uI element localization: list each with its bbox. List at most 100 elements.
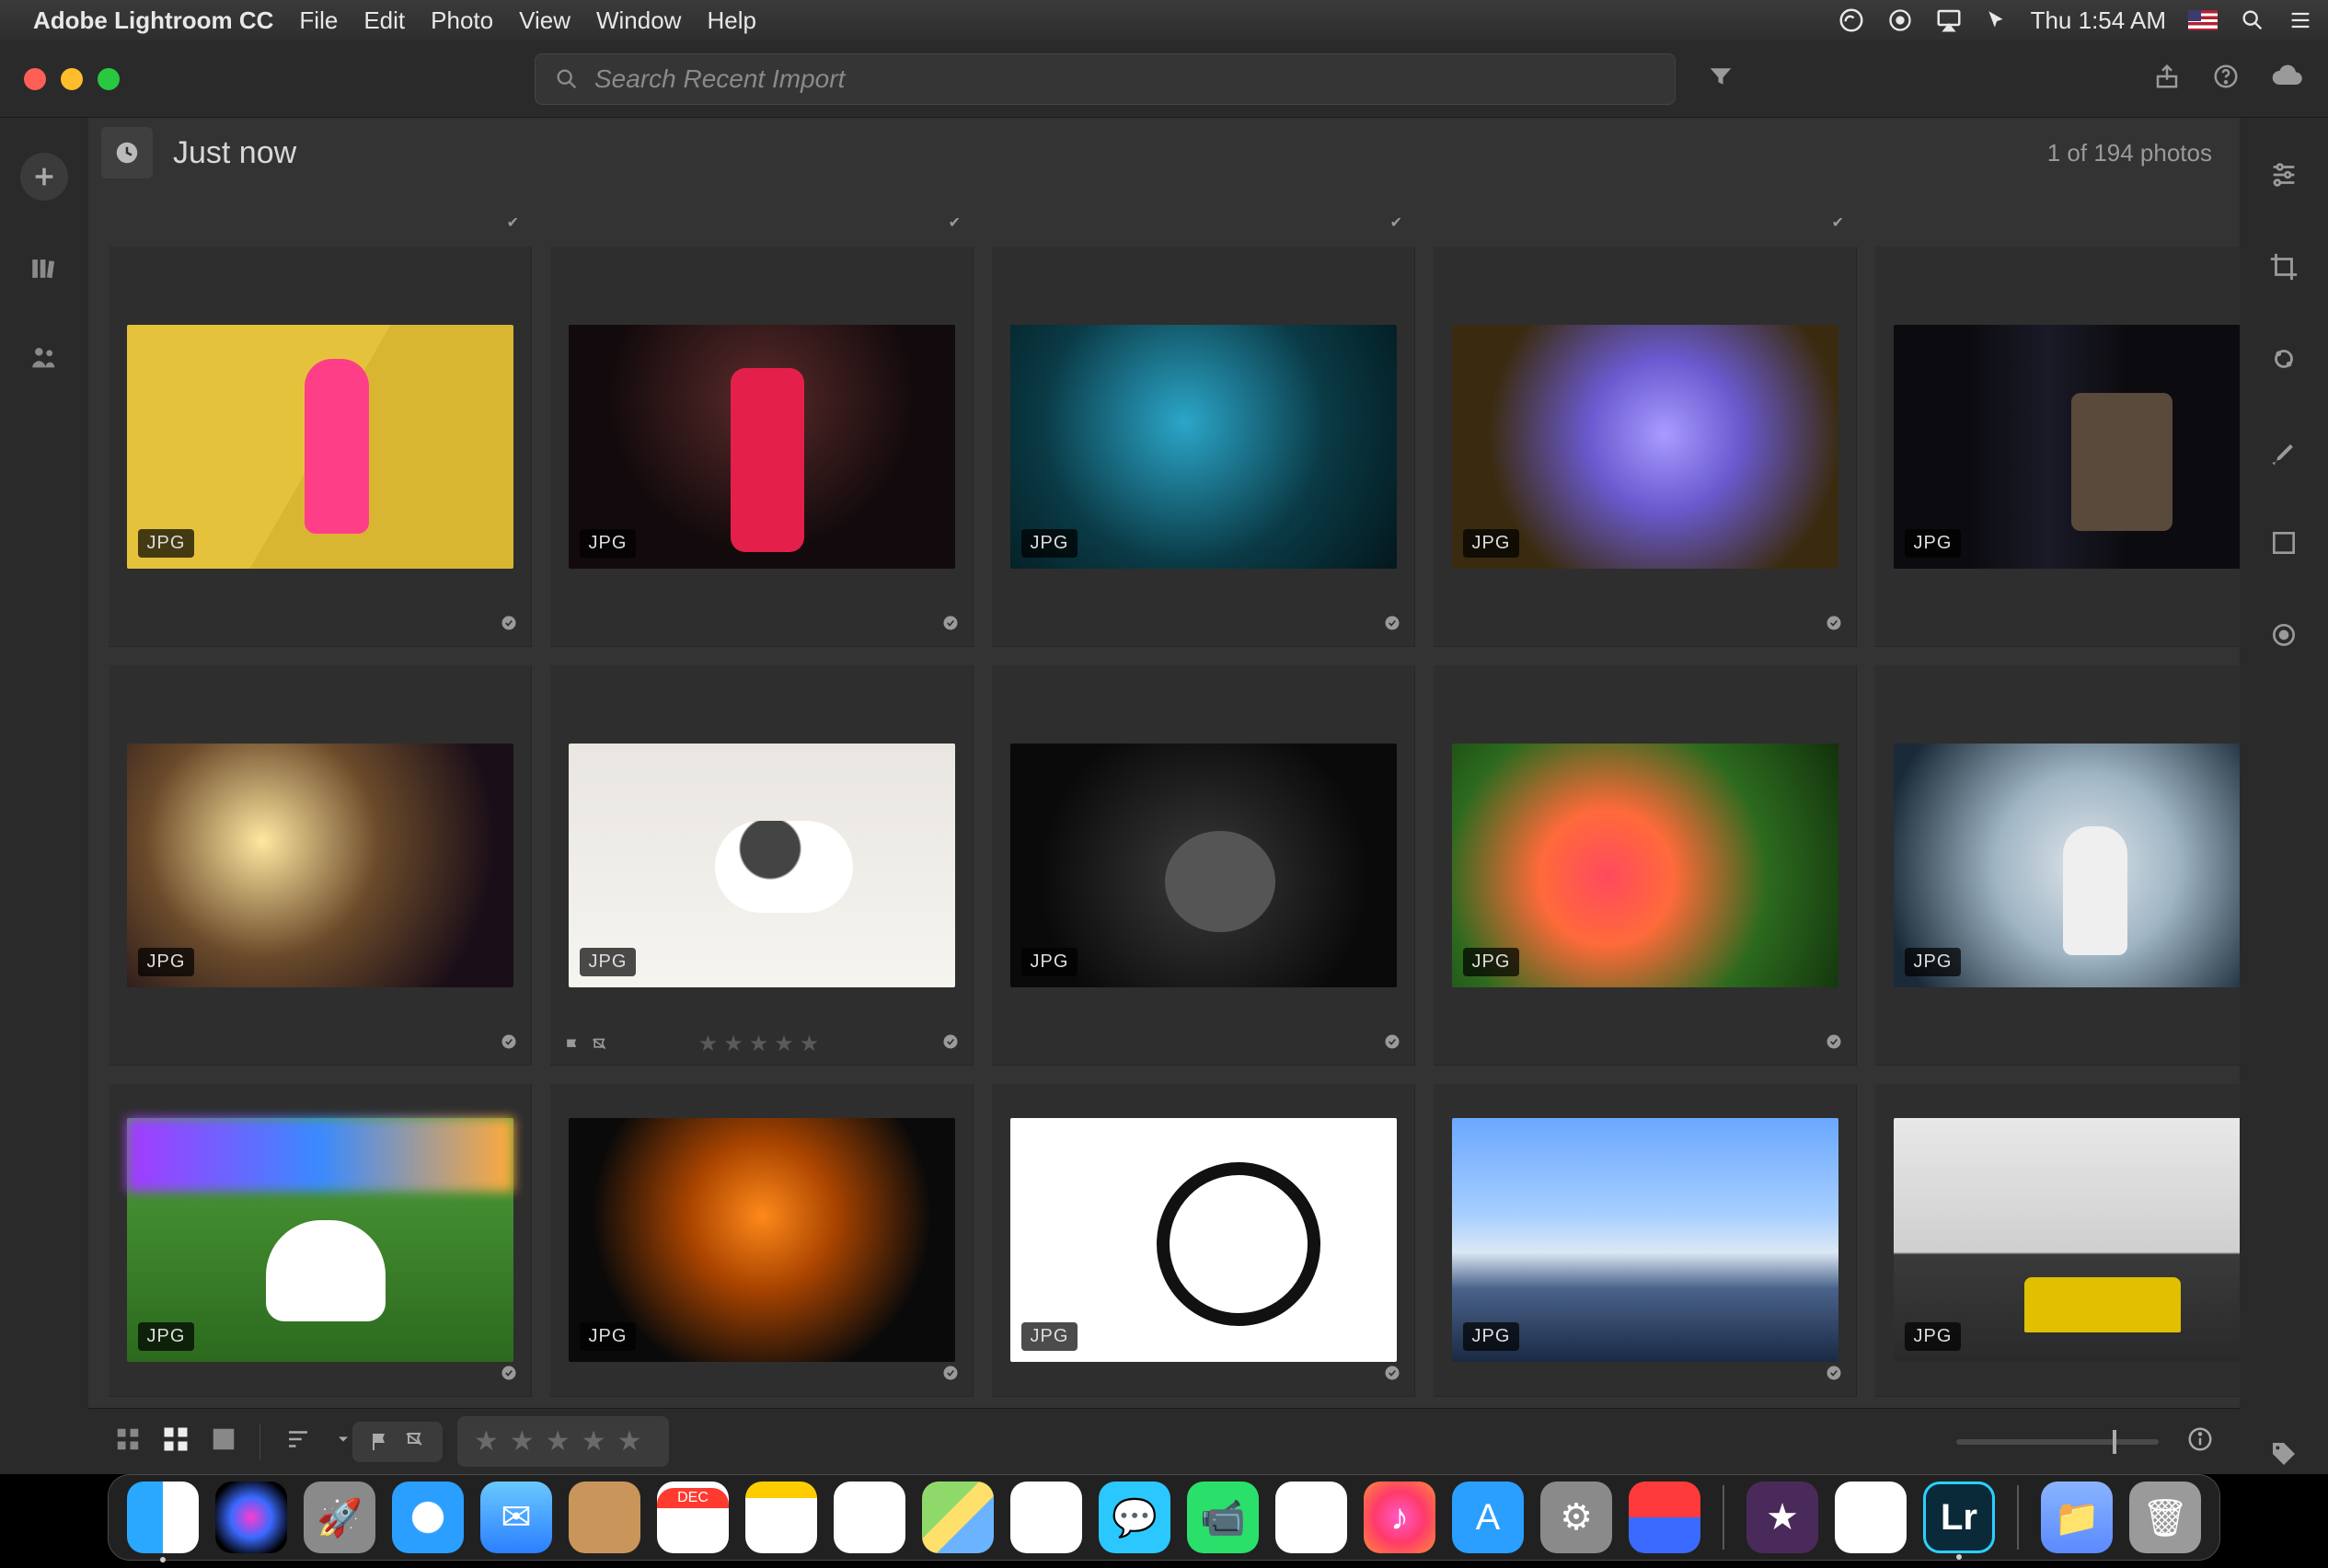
- photo-grid-cell[interactable]: JPG: [992, 1084, 1415, 1397]
- crop-icon[interactable]: [2264, 247, 2304, 287]
- photo-grid-cell[interactable]: JPG: [1875, 665, 2240, 1066]
- sharing-button[interactable]: [24, 337, 64, 377]
- dock-mail[interactable]: ✉: [480, 1482, 552, 1553]
- dock-itunes[interactable]: ♪: [1364, 1482, 1435, 1553]
- status-cursor-icon[interactable]: [1985, 8, 2009, 32]
- dock-notes[interactable]: [745, 1482, 817, 1553]
- dock-facetime[interactable]: 📹: [1187, 1482, 1259, 1553]
- view-squaregrid-icon[interactable]: [162, 1425, 190, 1458]
- dock-safari[interactable]: [392, 1482, 464, 1553]
- photo-grid-cell[interactable]: JPG: [1875, 247, 2240, 647]
- photo-grid-cell[interactable]: JPG: [992, 247, 1415, 647]
- dock-launchpad[interactable]: 🚀: [304, 1482, 375, 1553]
- dock-finder[interactable]: [127, 1482, 199, 1553]
- photo-grid-cell[interactable]: JPG ★★★★★: [550, 665, 974, 1066]
- dock-appstore[interactable]: A: [1452, 1482, 1524, 1553]
- view-detail-icon[interactable]: [210, 1425, 237, 1458]
- dock-messages[interactable]: 💬: [1099, 1482, 1170, 1553]
- creative-cloud-icon[interactable]: [1838, 6, 1865, 34]
- dock-trash[interactable]: 🗑: [2129, 1482, 2201, 1553]
- photo-thumbnail[interactable]: JPG: [1894, 325, 2241, 569]
- flag-reject-icon[interactable]: [404, 1431, 426, 1453]
- my-photos-button[interactable]: [24, 248, 64, 289]
- window-close-button[interactable]: [24, 68, 46, 90]
- sort-icon[interactable]: [282, 1425, 314, 1458]
- menubar-clock[interactable]: Thu 1:54 AM: [2031, 6, 2166, 35]
- airplay-icon[interactable]: [1935, 6, 1963, 34]
- dock-1password[interactable]: ①: [1835, 1482, 1907, 1553]
- photo-thumbnail[interactable]: JPG: [1452, 1118, 1838, 1362]
- window-fullscreen-button[interactable]: [98, 68, 120, 90]
- radial-gradient-icon[interactable]: [2264, 615, 2304, 655]
- dock-imovie[interactable]: ★: [1746, 1482, 1818, 1553]
- dock-contacts[interactable]: [569, 1482, 640, 1553]
- menu-view[interactable]: View: [519, 6, 570, 35]
- dock-lightroom[interactable]: Lr: [1923, 1482, 1995, 1553]
- photo-grid-cell[interactable]: JPG: [550, 247, 974, 647]
- photo-grid-cell[interactable]: JPG: [1434, 665, 1857, 1066]
- photo-grid-cell[interactable]: JPG: [109, 1084, 532, 1397]
- photo-grid-cell[interactable]: JPG: [109, 665, 532, 1066]
- photo-grid-scroll[interactable]: ✔ ✔ ✔ ✔ ✔ JPGJPGJPGJPGJPGJPGJPG★★★★★JPGJ…: [88, 188, 2240, 1408]
- spotlight-icon[interactable]: [2240, 7, 2265, 33]
- photo-thumbnail[interactable]: JPG: [569, 1118, 955, 1362]
- photo-thumbnail[interactable]: JPG: [569, 744, 955, 987]
- add-photos-button[interactable]: [20, 153, 68, 201]
- photo-grid-cell[interactable]: JPG: [1434, 247, 1857, 647]
- photo-grid-cell[interactable]: JPG: [992, 665, 1415, 1066]
- recent-import-icon[interactable]: [101, 127, 153, 179]
- menu-photo[interactable]: Photo: [431, 6, 493, 35]
- flag-pick-icon[interactable]: [369, 1431, 391, 1453]
- photo-thumbnail[interactable]: JPG: [127, 1118, 513, 1362]
- dock-system-preferences[interactable]: ⚙: [1540, 1482, 1612, 1553]
- view-photogrid-icon[interactable]: [114, 1425, 142, 1458]
- search-field[interactable]: Search Recent Import: [535, 53, 1676, 105]
- keywords-tag-icon[interactable]: [2264, 1434, 2304, 1474]
- edit-sliders-icon[interactable]: [2264, 155, 2304, 195]
- menu-file[interactable]: File: [299, 6, 338, 35]
- input-source-flag[interactable]: [2188, 10, 2218, 30]
- dock-maps[interactable]: [922, 1482, 994, 1553]
- info-icon[interactable]: [2186, 1425, 2214, 1458]
- brush-icon[interactable]: [2264, 431, 2304, 471]
- notification-center-icon[interactable]: [2288, 7, 2313, 33]
- dock-calendar[interactable]: DEC13: [657, 1482, 729, 1553]
- photo-thumbnail[interactable]: JPG: [569, 325, 955, 569]
- dock-siri[interactable]: [215, 1482, 287, 1553]
- photo-grid-cell[interactable]: JPG: [1434, 1084, 1857, 1397]
- dock-news[interactable]: N: [1275, 1482, 1347, 1553]
- filter-icon[interactable]: [1707, 63, 1734, 95]
- help-icon[interactable]: [2212, 63, 2240, 95]
- app-name[interactable]: Adobe Lightroom CC: [33, 6, 273, 35]
- dock-photos[interactable]: ✿: [1010, 1482, 1082, 1553]
- photo-thumbnail[interactable]: JPG: [1452, 744, 1838, 987]
- dock-reminders[interactable]: [834, 1482, 905, 1553]
- photo-thumbnail[interactable]: JPG: [1010, 744, 1397, 987]
- photo-grid-cell[interactable]: JPG: [109, 247, 532, 647]
- dock-documents-folder[interactable]: 📁: [2041, 1482, 2113, 1553]
- linear-gradient-icon[interactable]: [2264, 523, 2304, 563]
- healing-brush-icon[interactable]: [2264, 339, 2304, 379]
- menu-window[interactable]: Window: [596, 6, 681, 35]
- menu-edit[interactable]: Edit: [363, 6, 405, 35]
- photo-thumbnail[interactable]: JPG: [1010, 1118, 1397, 1362]
- thumbnail-size-slider[interactable]: [1956, 1439, 2159, 1445]
- photo-grid-cell[interactable]: JPG: [1875, 1084, 2240, 1397]
- dock-magnet[interactable]: [1629, 1482, 1700, 1553]
- share-icon[interactable]: [2153, 63, 2181, 95]
- photo-thumbnail[interactable]: JPG: [127, 325, 513, 569]
- photo-thumbnail[interactable]: JPG: [1010, 325, 1397, 569]
- menu-help[interactable]: Help: [707, 6, 755, 35]
- photo-grid-cell[interactable]: JPG: [550, 1084, 974, 1397]
- sort-dropdown-icon[interactable]: [334, 1430, 352, 1453]
- status-circle-icon[interactable]: [1887, 7, 1913, 33]
- photo-thumbnail[interactable]: JPG: [127, 744, 513, 987]
- photo-thumbnail[interactable]: JPG: [1452, 325, 1838, 569]
- photo-thumbnail[interactable]: JPG: [1894, 744, 2241, 987]
- window-minimize-button[interactable]: [61, 68, 83, 90]
- cloud-sync-icon[interactable]: [2271, 60, 2304, 98]
- flag-controls[interactable]: [352, 1422, 443, 1462]
- rating-stars-control[interactable]: ★★★★★: [457, 1416, 669, 1467]
- photo-thumbnail[interactable]: JPG: [1894, 1118, 2241, 1362]
- cell-rating-stars[interactable]: ★★★★★: [698, 1031, 825, 1057]
